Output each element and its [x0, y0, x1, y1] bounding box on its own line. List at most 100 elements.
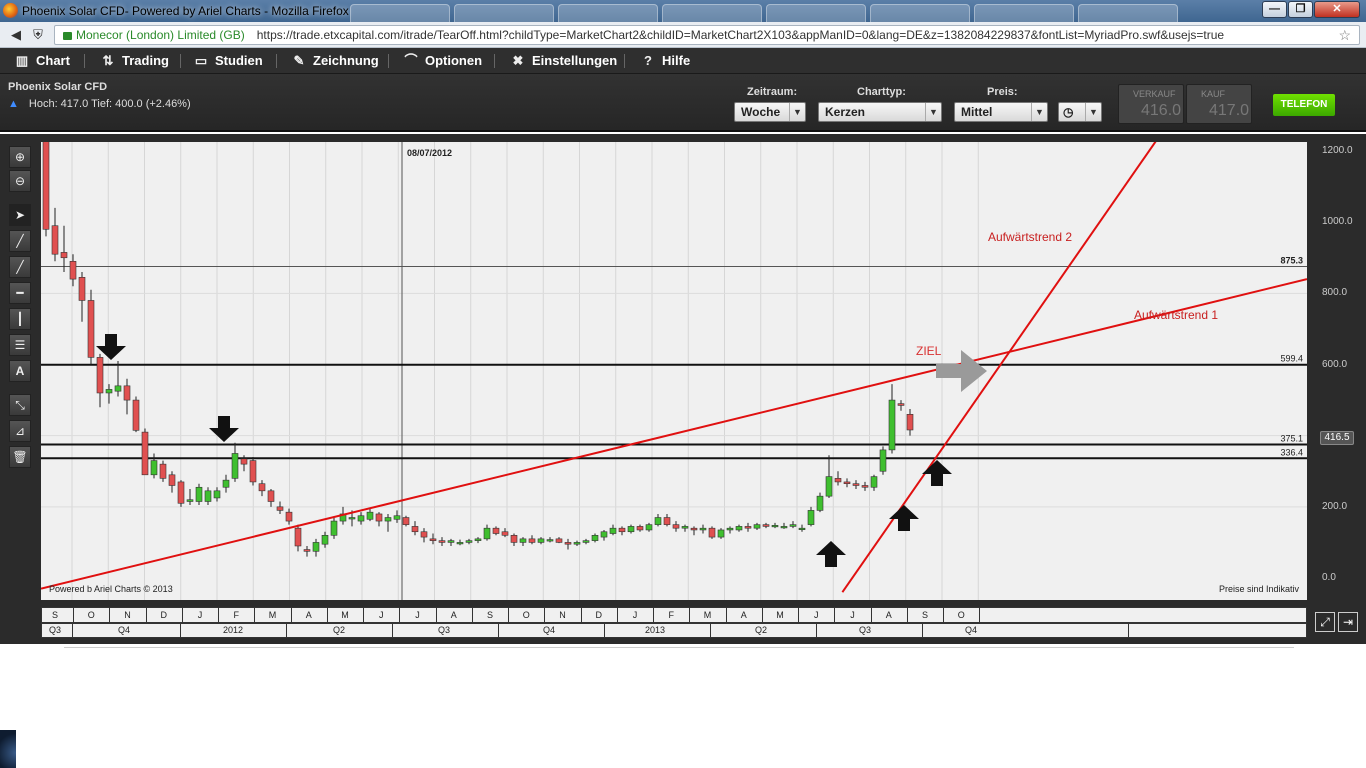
bookmark-star-icon[interactable]: ☆: [1338, 26, 1351, 44]
x-month-label: A: [885, 610, 892, 620]
ray-tool-icon[interactable]: ╱: [9, 230, 31, 252]
clock-icon: ◷: [1063, 105, 1074, 119]
help-icon: ?: [644, 53, 652, 68]
candle-body: [735, 526, 743, 531]
background-tab[interactable]: [662, 4, 762, 22]
candle-body: [699, 527, 707, 531]
close-button[interactable]: ✕: [1314, 1, 1360, 18]
y-tick-label: 1200.0: [1322, 145, 1353, 156]
candle-body: [114, 385, 122, 392]
exit-icon[interactable]: ⇥: [1338, 612, 1358, 632]
menu-hilfe[interactable]: ? Hilfe: [640, 48, 690, 74]
y-tick-label: 200.0: [1322, 500, 1348, 512]
menu-studien[interactable]: ▭ Studien: [193, 48, 263, 74]
site-identity[interactable]: Monecor (London) Limited (GB): [76, 28, 245, 42]
shield-icon[interactable]: ⛨: [28, 25, 48, 45]
candle-body: [546, 539, 554, 542]
footer-right: Preise sind Indikativ: [1219, 584, 1300, 594]
candle-body: [717, 529, 725, 538]
background-tab[interactable]: [558, 4, 658, 22]
x-divider: [653, 608, 654, 622]
candle-body: [861, 485, 869, 488]
fibonacci-icon[interactable]: ☰: [9, 334, 31, 356]
menu-trading[interactable]: ⇅ Trading: [100, 48, 169, 74]
fullscreen-icon[interactable]: ⤢: [1315, 612, 1335, 632]
background-tab[interactable]: [1078, 4, 1178, 22]
candle-body: [420, 531, 428, 538]
background-tab[interactable]: [350, 4, 450, 22]
candle-body: [447, 540, 455, 543]
instrument-bar: Phoenix Solar CFD ▲ Hoch: 417.0 Tief: 400…: [0, 74, 1366, 132]
x-month-label: M: [341, 610, 349, 620]
menu-chart[interactable]: ▥ Chart: [14, 48, 70, 74]
background-tab[interactable]: [454, 4, 554, 22]
x-divider: [816, 624, 817, 637]
line-tool-icon[interactable]: ╱: [9, 256, 31, 278]
candle-body: [204, 490, 212, 502]
vertical-line-icon[interactable]: ┃: [9, 308, 31, 330]
clock-select[interactable]: ◷ ▼: [1058, 102, 1102, 122]
x-divider: [544, 608, 546, 622]
firefox-logo-icon: [3, 3, 18, 18]
x-divider: [906, 608, 908, 622]
x-month-label: J: [632, 610, 638, 620]
url-text[interactable]: https://trade.etxcapital.com/itrade/Tear…: [257, 28, 1224, 42]
pointer-icon[interactable]: ➤: [9, 204, 31, 226]
separator: [388, 54, 389, 68]
window-title: Phoenix Solar CFD- Powered by Ariel Char…: [22, 4, 349, 18]
maximize-button[interactable]: ❐: [1288, 1, 1313, 18]
instrument-hilo: ▲ Hoch: 417.0 Tief: 400.0 (+2.46%): [8, 98, 191, 110]
x-quarter-label: 2012: [222, 625, 244, 635]
magnet-icon[interactable]: ⊿: [9, 420, 31, 442]
candle-body: [348, 517, 356, 520]
buy-box[interactable]: KAUF 417.0: [1186, 84, 1252, 124]
x-axis-quarters: Q3 Q4 2012 Q2 Q3 Q4 2013 Q2 Q3 Q4: [41, 623, 1307, 638]
candle-body: [258, 483, 266, 492]
candle-body: [627, 526, 635, 533]
x-month-label: N: [559, 610, 566, 620]
candle-body: [312, 542, 320, 552]
charttyp-select[interactable]: Kerzen ▼: [818, 102, 942, 122]
y-tick-label: 600.0: [1322, 358, 1348, 370]
menu-zeichnung[interactable]: ✎ Zeichnung: [291, 48, 379, 74]
preis-select[interactable]: Mittel ▼: [954, 102, 1048, 122]
x-divider: [218, 608, 219, 622]
candle-body: [843, 481, 851, 485]
horizontal-line-icon[interactable]: ━: [9, 282, 31, 304]
minimize-button[interactable]: —: [1262, 1, 1287, 18]
url-field[interactable]: Monecor (London) Limited (GB) https://tra…: [54, 25, 1360, 45]
text-tool-icon[interactable]: A: [9, 360, 31, 382]
zoom-in-icon[interactable]: ⊕: [9, 146, 31, 168]
telefon-button[interactable]: TELEFON: [1273, 94, 1335, 116]
sell-box[interactable]: VERKAUF 416.0: [1118, 84, 1184, 124]
expand-icon[interactable]: ⤡: [9, 394, 31, 416]
chevron-down-icon: ▼: [925, 103, 941, 121]
candle-body: [510, 534, 518, 543]
options-icon: ⌒: [404, 53, 418, 68]
x-divider: [834, 608, 836, 622]
y-tick-label: 1000.0: [1322, 216, 1353, 228]
x-month-label: J: [814, 610, 819, 620]
candle-body: [357, 515, 365, 522]
background-tab[interactable]: [974, 4, 1074, 22]
zeitraum-select[interactable]: Woche ▼: [734, 102, 806, 122]
crosshair-date-label: 08/07/2012: [407, 148, 452, 158]
candle-body: [384, 517, 392, 522]
candle-body: [501, 531, 509, 536]
back-icon[interactable]: ◀: [6, 25, 26, 45]
background-tab[interactable]: [870, 4, 970, 22]
zoom-out-icon[interactable]: ⊖: [9, 170, 31, 192]
background-tab[interactable]: [766, 4, 866, 22]
candle-body: [573, 542, 581, 545]
trash-icon[interactable]: 🗑: [9, 446, 31, 468]
menu-optionen[interactable]: ⌒ Optionen: [403, 48, 482, 74]
x-divider: [471, 608, 473, 622]
menu-einstellungen[interactable]: ✖ Einstellungen: [510, 48, 618, 74]
price-chart[interactable]: 08/07/2012 875.3 599.4 375.1 336.4 Aufwärtstr…: [41, 142, 1307, 600]
candle-body: [744, 526, 752, 529]
x-month-label: D: [595, 610, 603, 620]
candle-body: [267, 490, 275, 502]
level-label: 599.4: [1280, 354, 1303, 364]
candle-body: [474, 538, 482, 541]
chart-svg[interactable]: 08/07/2012 875.3 599.4 375.1 336.4 Aufwärtstr…: [41, 142, 1307, 600]
